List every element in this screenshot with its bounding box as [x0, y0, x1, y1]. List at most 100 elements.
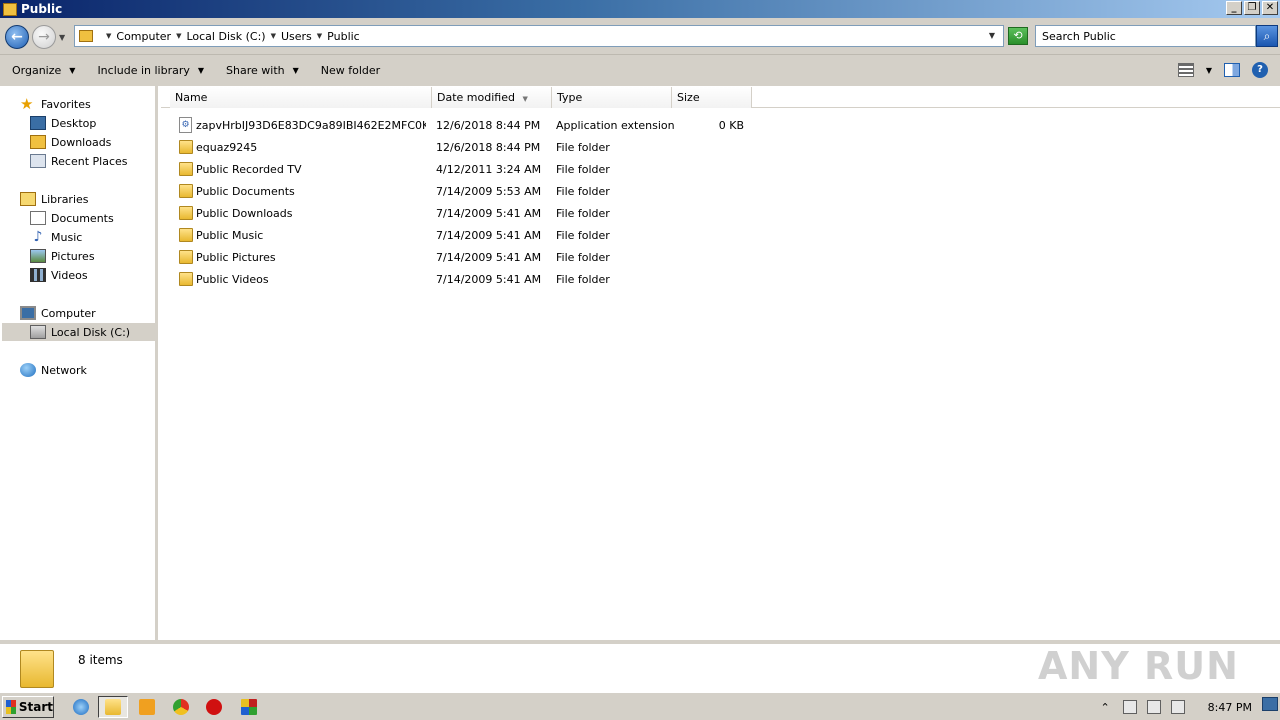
internet-explorer-taskbar-button[interactable] [66, 696, 96, 718]
file-date: 12/6/2018 8:44 PM [436, 119, 541, 132]
search-icon[interactable]: ⌕ [1256, 25, 1278, 47]
table-row[interactable]: equaz9245 12/6/2018 8:44 PM File folder [161, 137, 1280, 159]
sidebar-item-pictures[interactable]: Pictures [30, 247, 95, 265]
chrome-taskbar-button[interactable] [166, 696, 196, 718]
desktop-icon [30, 116, 46, 130]
file-type: File folder [556, 207, 610, 220]
organize-menu[interactable]: Organize ▼ [12, 64, 75, 77]
documents-icon [30, 211, 46, 225]
folder-icon [179, 162, 193, 176]
column-header-label: Date modified [437, 91, 515, 104]
forward-button[interactable]: → [32, 25, 56, 49]
file-list: Name Date modified ▼ Type Size ⚙ zapvHrb… [161, 86, 1280, 640]
sidebar-item-videos[interactable]: Videos [30, 266, 88, 284]
new-folder-button[interactable]: New folder [321, 64, 380, 77]
address-history-dropdown[interactable]: ▼ [989, 31, 995, 40]
chevron-down-icon[interactable]: ▼ [1206, 66, 1212, 75]
sidebar-item-documents[interactable]: Documents [30, 209, 114, 227]
preview-pane-icon[interactable] [1224, 63, 1240, 77]
table-row[interactable]: Public Recorded TV 4/12/2011 3:24 AM Fil… [161, 159, 1280, 181]
folder-icon [179, 140, 193, 154]
application-icon [241, 699, 257, 715]
start-button[interactable]: Start [2, 696, 54, 718]
change-view-icon[interactable] [1177, 63, 1194, 77]
help-icon[interactable]: ? [1252, 62, 1268, 78]
window-title: Public [21, 2, 63, 16]
sidebar-item-desktop[interactable]: Desktop [30, 114, 96, 132]
file-name: Public Videos [196, 273, 269, 286]
title-bar: Public _ ❐ ✕ [0, 0, 1280, 18]
chevron-up-icon[interactable]: ⌃ [1100, 701, 1109, 714]
column-header-type[interactable]: Type [552, 87, 672, 108]
libraries-icon [20, 192, 36, 206]
sidebar-item-libraries[interactable]: Libraries [20, 190, 89, 208]
column-header-label: Name [175, 91, 208, 104]
clock[interactable]: 8:47 PM [1208, 701, 1252, 714]
sidebar-item-downloads[interactable]: Downloads [30, 133, 111, 151]
back-button[interactable]: ← [5, 25, 29, 49]
file-size: 0 KB [718, 119, 744, 132]
table-row[interactable]: ⚙ zapvHrbIJ93D6E83DC9a89IBI462E2MFC0K8..… [161, 115, 1280, 137]
include-in-library-menu[interactable]: Include in library ▼ [97, 64, 204, 77]
windows-logo-icon [6, 700, 16, 714]
explorer-taskbar-button[interactable] [98, 696, 128, 718]
sidebar-item-computer[interactable]: Computer [20, 304, 96, 322]
file-name: Public Documents [196, 185, 295, 198]
file-date: 12/6/2018 8:44 PM [436, 141, 541, 154]
music-icon: ♪ [33, 229, 43, 245]
app-taskbar-button[interactable] [234, 696, 264, 718]
action-center-flag-icon[interactable] [1122, 700, 1137, 714]
chevron-right-icon[interactable]: ▼ [106, 32, 111, 40]
sidebar-item-network[interactable]: Network [20, 361, 87, 379]
breadcrumb-local-disk[interactable]: Local Disk (C:) [186, 30, 265, 43]
recent-pages-dropdown[interactable]: ▼ [59, 33, 65, 42]
folder-icon [79, 30, 93, 42]
local-disk-icon [30, 325, 46, 339]
chevron-right-icon[interactable]: ▼ [317, 32, 322, 40]
media-player-taskbar-button[interactable] [132, 696, 162, 718]
table-row[interactable]: Public Videos 7/14/2009 5:41 AM File fol… [161, 269, 1280, 291]
volume-icon[interactable] [1170, 700, 1185, 714]
column-header-size[interactable]: Size [672, 87, 752, 108]
close-button[interactable]: ✕ [1262, 1, 1278, 15]
network-icon[interactable] [1146, 700, 1161, 714]
chevron-right-icon[interactable]: ▼ [271, 32, 276, 40]
breadcrumb-users[interactable]: Users [281, 30, 312, 43]
file-date: 7/14/2009 5:53 AM [436, 185, 542, 198]
sidebar-item-music[interactable]: ♪ Music [30, 228, 83, 246]
item-count: 8 items [78, 653, 123, 667]
table-row[interactable]: Public Documents 7/14/2009 5:53 AM File … [161, 181, 1280, 203]
search-input[interactable]: Search Public [1035, 25, 1256, 47]
breadcrumb-public[interactable]: Public [327, 30, 360, 43]
file-type: File folder [556, 185, 610, 198]
sidebar-item-local-disk[interactable]: Local Disk (C:) [2, 323, 155, 341]
breadcrumb-computer[interactable]: Computer [116, 30, 171, 43]
table-row[interactable]: Public Music 7/14/2009 5:41 AM File fold… [161, 225, 1280, 247]
table-row[interactable]: Public Pictures 7/14/2009 5:41 AM File f… [161, 247, 1280, 269]
share-with-menu[interactable]: Share with ▼ [226, 64, 299, 77]
address-bar[interactable]: ▼ Computer ▼ Local Disk (C:) ▼ Users ▼ P… [74, 25, 1004, 47]
table-row[interactable]: Public Downloads 7/14/2009 5:41 AM File … [161, 203, 1280, 225]
file-type: File folder [556, 229, 610, 242]
show-desktop-icon[interactable] [1262, 697, 1278, 711]
application-extension-icon: ⚙ [179, 117, 192, 133]
opera-taskbar-button[interactable] [199, 696, 229, 718]
column-header-date-modified[interactable]: Date modified ▼ [432, 87, 552, 108]
sidebar-item-label: Videos [51, 268, 88, 282]
column-header-name[interactable]: Name [170, 87, 432, 108]
file-name: Public Recorded TV [196, 163, 302, 176]
new-folder-label: New folder [320, 64, 381, 77]
minimize-button[interactable]: _ [1226, 1, 1242, 15]
column-headers: Name Date modified ▼ Type Size [161, 87, 1280, 108]
refresh-button[interactable]: ⟲ [1008, 27, 1028, 45]
sidebar-item-favorites[interactable]: ★ Favorites [20, 95, 91, 113]
maximize-button[interactable]: ❐ [1244, 1, 1260, 15]
start-label: Start [18, 700, 53, 714]
computer-icon [20, 306, 36, 320]
taskbar: Start ⌃ 8:47 PM [0, 692, 1280, 720]
file-name: Public Music [196, 229, 264, 242]
chevron-right-icon[interactable]: ▼ [176, 32, 181, 40]
downloads-icon [30, 135, 46, 149]
file-date: 4/12/2011 3:24 AM [436, 163, 542, 176]
sidebar-item-recent-places[interactable]: Recent Places [30, 152, 128, 170]
